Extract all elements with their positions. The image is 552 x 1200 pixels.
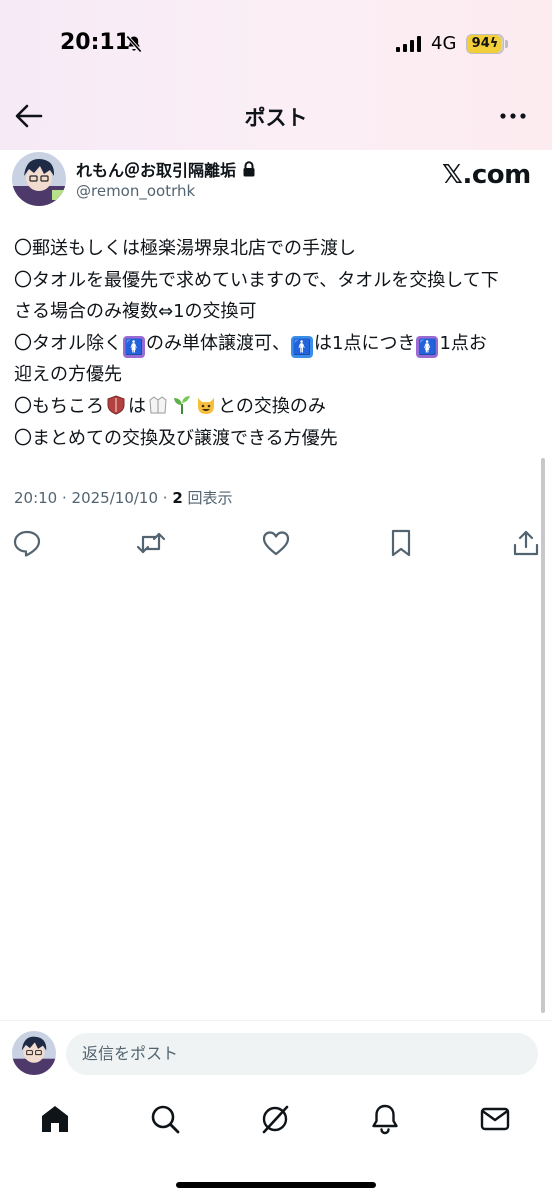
view-count[interactable]: 2: [172, 489, 182, 507]
like-icon[interactable]: [261, 528, 291, 558]
female-sign-icon: 🚺: [416, 335, 439, 358]
page-title: ポスト: [244, 106, 308, 130]
battery-level-text: 94ϟ: [471, 36, 499, 51]
home-indicator[interactable]: [176, 1182, 376, 1188]
share-icon[interactable]: [511, 528, 541, 558]
messages-envelope-icon[interactable]: [478, 1102, 512, 1136]
author-display-name[interactable]: れもん＠お取引隔離垢: [76, 157, 236, 181]
x-com-logo: 𝕏.com: [442, 160, 531, 190]
post-line-3: さる場合のみ複数⇔1の交換可: [14, 301, 257, 323]
search-icon[interactable]: [148, 1102, 182, 1136]
bottom-tab-bar: [0, 1090, 552, 1160]
cellular-signal-icon: [396, 36, 421, 52]
view-label: 回表示: [187, 489, 233, 507]
post-time[interactable]: 20:10: [14, 489, 57, 507]
network-type: 4G: [431, 33, 457, 54]
female-sign-icon: 🚺: [123, 335, 145, 358]
male-sign-icon: 🚹: [291, 335, 313, 358]
post-line-1: 〇郵送もしくは極楽湯堺泉北店での手渡し: [14, 238, 356, 259]
post-date[interactable]: 2025/10/10: [72, 489, 158, 507]
lab-coat-icon: [149, 396, 167, 414]
post-line-5: 迎えの方優先: [14, 364, 122, 386]
notifications-bell-icon[interactable]: [368, 1102, 402, 1136]
author-avatar[interactable]: [12, 152, 66, 206]
user-avatar[interactable]: [12, 1031, 56, 1075]
grinning-cat-icon: [198, 397, 214, 414]
post-actions: [0, 524, 552, 564]
post-line-6: 〇もちころ は との交換のみ: [14, 395, 326, 417]
battery-icon: 94ϟ: [466, 34, 504, 54]
author-name-row: れもん＠お取引隔離垢: [76, 157, 256, 181]
battery-tip: [505, 40, 508, 48]
seedling-icon: [174, 395, 190, 414]
reply-icon[interactable]: [12, 528, 42, 558]
author-handle[interactable]: @remon_ootrhk: [76, 182, 195, 200]
home-icon[interactable]: [38, 1102, 72, 1136]
reply-bar: 返信をポスト: [0, 1020, 552, 1086]
status-bar: 20:11 4G 94ϟ: [0, 0, 552, 90]
scrollbar[interactable]: [541, 458, 545, 1013]
shield-icon: [107, 395, 125, 415]
top-nav: ポスト: [0, 92, 552, 140]
grok-icon[interactable]: [258, 1102, 292, 1136]
bell-off-icon: [126, 35, 142, 53]
reply-input[interactable]: 返信をポスト: [66, 1033, 538, 1075]
post-body: 〇郵送もしくは極楽湯堺泉北店での手渡し 〇タオルを最優先で求めていますので、タオ…: [14, 233, 544, 454]
lock-icon: [243, 161, 255, 177]
more-options-icon[interactable]: [498, 106, 528, 126]
post-line-4: 〇タオル除く 🚺 のみ単体譲渡可、 🚹 は1点につき 🚺 1点お: [14, 332, 487, 358]
repost-icon[interactable]: [136, 528, 166, 558]
bookmark-icon[interactable]: [386, 528, 416, 558]
post-line-2: 〇タオルを最優先で求めていますので、タオルを交換して下: [14, 269, 499, 291]
status-time: 20:11: [60, 30, 131, 55]
post-line-7: 〇まとめての交換及び譲渡できる方優先: [14, 427, 338, 449]
post-meta: 20:10 · 2025/10/10 · 2 回表示: [14, 489, 233, 507]
